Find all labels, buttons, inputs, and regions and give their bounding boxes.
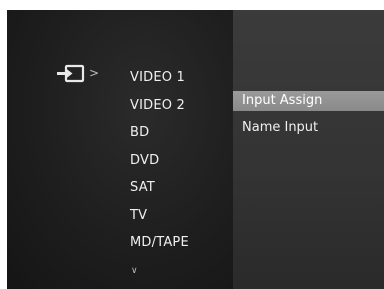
source-item-bd[interactable]: BD (130, 121, 189, 149)
breadcrumb-arrow: > (89, 66, 100, 80)
submenu-item-name-input[interactable]: Name Input (233, 118, 384, 145)
source-item-video2[interactable]: VIDEO 2 (130, 94, 189, 122)
submenu-panel (233, 10, 384, 289)
menu-screen: > VIDEO 1 VIDEO 2 BD DVD SAT TV MD/TAPE … (7, 10, 384, 289)
source-item-tv[interactable]: TV (130, 204, 189, 232)
source-item-sat[interactable]: SAT (130, 176, 189, 204)
scroll-down-indicator[interactable]: ∨ (131, 265, 138, 277)
source-list: VIDEO 1 VIDEO 2 BD DVD SAT TV MD/TAPE (130, 66, 189, 259)
input-icon (57, 64, 85, 83)
source-item-video1[interactable]: VIDEO 1 (130, 66, 189, 94)
submenu-item-input-assign[interactable]: Input Assign (233, 91, 384, 111)
source-item-dvd[interactable]: DVD (130, 149, 189, 177)
submenu-list: Input Assign Name Input (233, 91, 384, 145)
source-item-md-tape[interactable]: MD/TAPE (130, 231, 189, 259)
source-panel: > VIDEO 1 VIDEO 2 BD DVD SAT TV MD/TAPE … (7, 10, 233, 289)
